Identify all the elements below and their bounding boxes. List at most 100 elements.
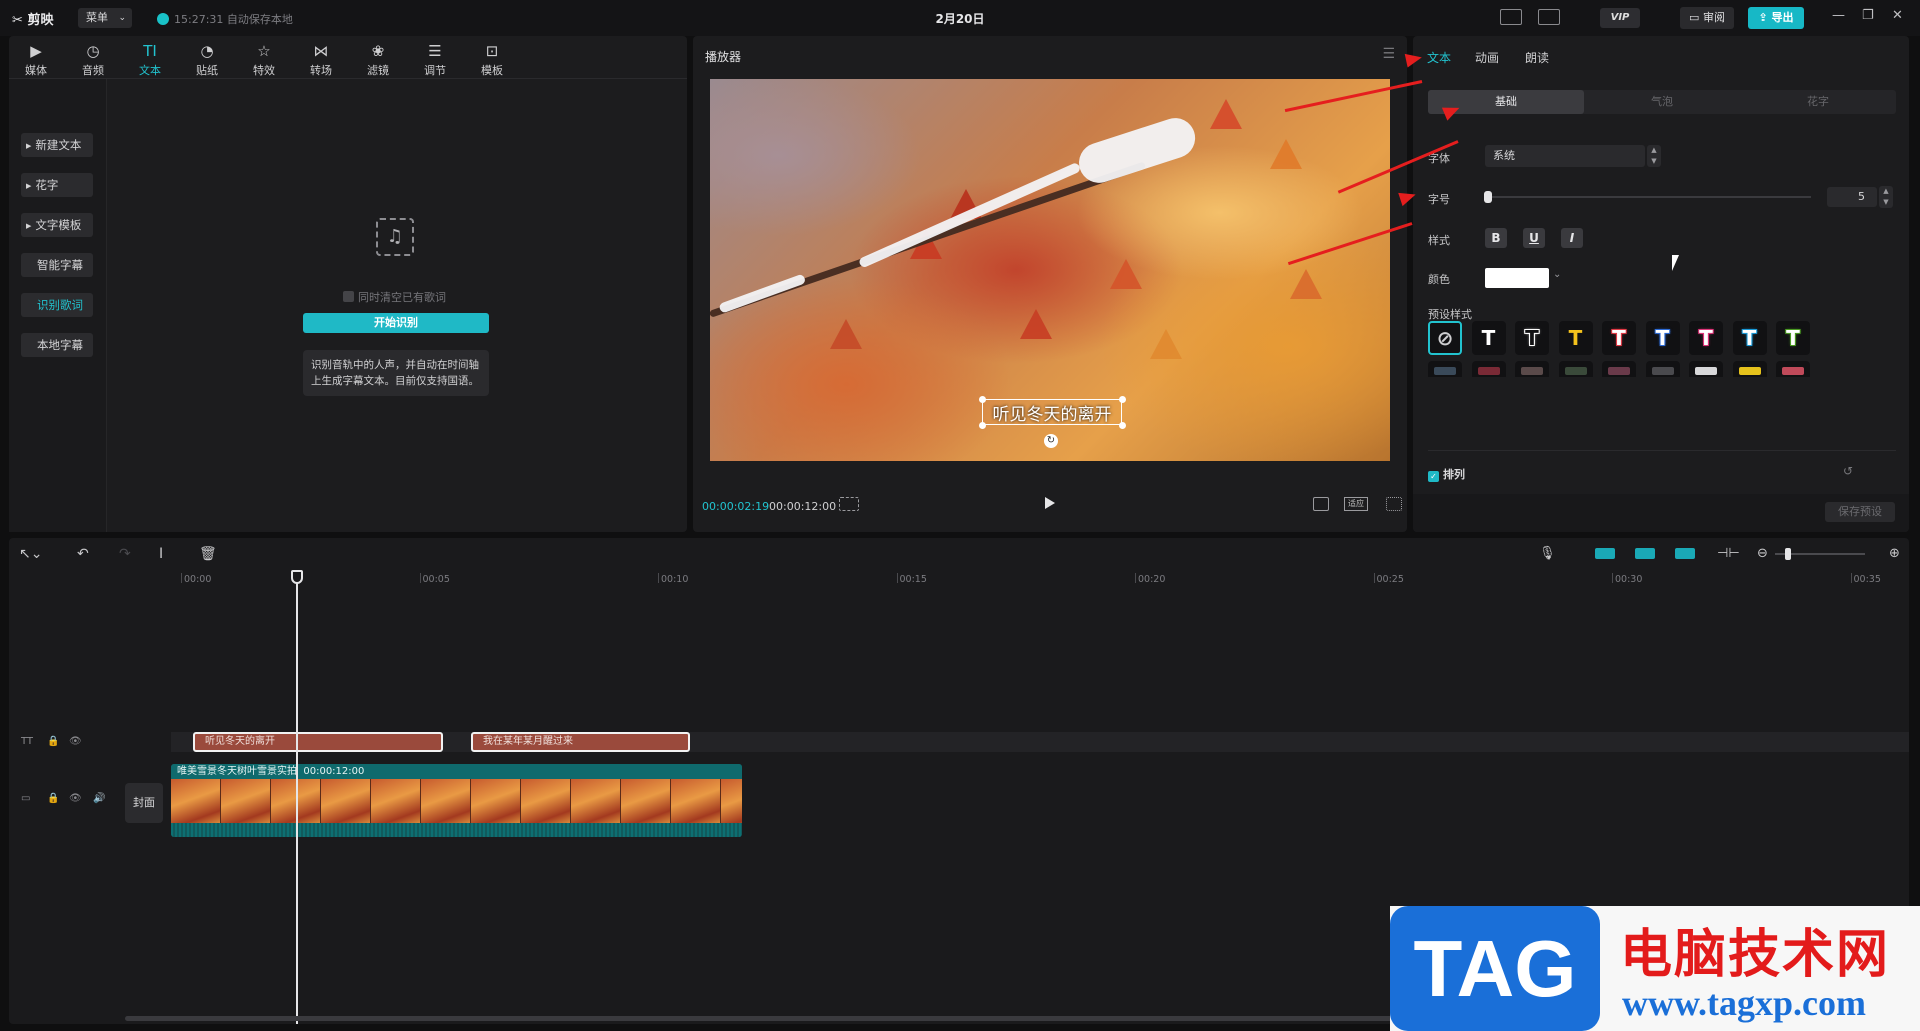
text-clip[interactable]: 我在某年某月醒过来 [471,732,690,752]
review-button[interactable]: ▭ 审阅 [1680,7,1734,29]
fullscreen-icon[interactable] [1386,497,1402,511]
preset-style-item[interactable]: T [1471,321,1506,355]
tab-text[interactable]: TI 文本 [125,40,175,78]
zoom-slider-knob[interactable] [1785,548,1791,560]
preset-style-item[interactable] [1602,361,1636,377]
font-stepper-icon[interactable]: ▲ ▼ [1647,145,1661,167]
aspect-ratio-button[interactable]: 适应 [1344,497,1368,511]
tab-read-aloud[interactable]: 朗读 [1525,49,1549,66]
size-slider-track[interactable] [1489,196,1811,198]
menu-icon[interactable]: ☰ [1382,46,1395,62]
size-stepper-icon[interactable]: ▲ ▼ [1879,186,1893,208]
timeline-grid-icon[interactable] [839,497,859,511]
select-tool-icon[interactable]: ↖⌄ [19,546,42,562]
playhead[interactable] [296,572,298,1024]
sidebar-item-new-text[interactable]: ▶ 新建文本 [21,133,93,157]
preset-style-item[interactable]: T [1602,321,1636,355]
video-preview[interactable]: 听见冬天的离开 ↻ [710,79,1390,461]
tab-media[interactable]: ▶ 媒体 [11,40,61,78]
delete-icon[interactable]: 🗑 [199,546,217,562]
cover-button[interactable]: 封面 [125,783,163,823]
tab-adjust[interactable]: ☰ 调节 [410,40,460,78]
video-clip[interactable]: 唯美雪景冬天树叶雪景实拍 00:00:12:00 [171,764,742,837]
auto-snap-icon[interactable] [1635,548,1655,559]
checkbox-box[interactable] [343,291,354,302]
underline-button[interactable]: U [1523,228,1545,248]
preset-style-item[interactable] [1558,361,1593,377]
tab-audio[interactable]: ◷ 音频 [68,40,118,78]
linkage-icon[interactable] [1675,548,1695,559]
eye-icon[interactable]: 👁 [69,736,82,747]
shortcut-icon[interactable] [1500,9,1522,25]
main-track-magnet-icon[interactable] [1595,548,1615,559]
clear-lyrics-checkbox[interactable]: 同时清空已有歌词 [343,289,446,305]
start-recognition-button[interactable]: 开始识别 [303,313,489,333]
preset-style-item[interactable]: T [1515,321,1549,355]
preset-style-item[interactable] [1471,361,1506,377]
vip-badge[interactable]: VIP [1600,8,1640,28]
preset-style-item[interactable] [1428,361,1462,377]
resize-handle[interactable] [979,396,986,403]
tab-animation[interactable]: 动画 [1475,49,1499,66]
preview-axis-icon[interactable]: ⊣⊢ [1717,546,1740,561]
preset-style-item[interactable]: T [1732,321,1767,355]
sidebar-item-smart-subtitles[interactable]: 智能字幕 [21,253,93,277]
zoom-in-icon[interactable]: ⊕ [1889,546,1900,561]
preset-style-item[interactable] [1689,361,1723,377]
play-button[interactable] [1045,497,1055,509]
undo-icon[interactable]: ↶ [77,546,89,562]
time-ruler[interactable]: 00:00 00:05 00:10 00:15 00:20 00:25 00:30 00:35 [119,573,1909,587]
reset-icon[interactable]: ↺ [1843,464,1853,478]
subtab-fancy-text[interactable]: 花字 [1740,90,1896,114]
font-select[interactable]: 系统 [1485,145,1645,167]
subtab-bubble[interactable]: 气泡 [1584,90,1740,114]
size-input[interactable]: 5 [1827,187,1877,207]
tab-effects[interactable]: ☆ 特效 [239,40,289,78]
tab-text-props[interactable]: 文本 [1427,49,1451,66]
preset-none-icon[interactable]: ⊘ [1428,321,1462,355]
tab-template[interactable]: ⊡ 模板 [467,40,517,78]
preset-style-item[interactable] [1776,361,1810,377]
save-preset-button[interactable]: 保存预设 [1825,502,1895,522]
bold-button[interactable]: B [1485,228,1507,248]
preset-style-item[interactable]: T [1645,321,1680,355]
preset-style-item[interactable]: T [1558,321,1593,355]
restore-icon[interactable]: ❐ [1862,8,1874,23]
minimize-icon[interactable]: — [1832,8,1845,23]
tab-sticker[interactable]: ◔ 贴纸 [182,40,232,78]
horizontal-scrollbar[interactable] [125,1016,1405,1021]
size-slider-knob[interactable] [1484,191,1492,203]
rotate-handle-icon[interactable]: ↻ [1044,434,1058,448]
tab-transition[interactable]: ⋈ 转场 [296,40,346,78]
split-icon[interactable]: I [159,546,163,562]
preset-style-item[interactable] [1515,361,1549,377]
text-clip[interactable]: 听见冬天的离开 [193,732,443,752]
italic-button[interactable]: I [1561,228,1583,248]
preset-style-item[interactable] [1732,361,1767,377]
audio-mute-icon[interactable]: 🔊 [93,793,105,804]
tab-filter[interactable]: ❀ 滤镜 [353,40,403,78]
check-icon[interactable]: ✓ [1428,471,1439,482]
resize-handle[interactable] [1119,422,1126,429]
zoom-out-icon[interactable]: ⊖ [1757,546,1768,561]
redo-icon[interactable]: ↷ [119,546,131,562]
export-button[interactable]: ⇪ 导出 [1748,7,1804,29]
sidebar-item-local-subtitles[interactable]: 本地字幕 [21,333,93,357]
resize-handle[interactable] [1119,396,1126,403]
lock-icon[interactable]: 🔒 [47,736,59,747]
chevron-down-icon[interactable]: ⌄ [1553,269,1561,280]
caption-text[interactable]: 听见冬天的离开 [982,400,1122,425]
close-icon[interactable]: ✕ [1892,8,1903,23]
lock-icon[interactable]: 🔒 [47,793,59,804]
screenshot-icon[interactable] [1313,497,1329,511]
layout-icon[interactable] [1538,9,1560,25]
sidebar-item-recognize-lyrics[interactable]: 识别歌词 [21,293,93,317]
eye-icon[interactable]: 👁 [69,793,82,804]
resize-handle[interactable] [979,422,986,429]
preset-style-item[interactable]: T [1776,321,1810,355]
sidebar-item-fancy-text[interactable]: ▶ 花字 [21,173,93,197]
preset-style-item[interactable] [1645,361,1680,377]
microphone-icon[interactable]: 🎙 [1539,546,1556,561]
preset-style-item[interactable]: T [1689,321,1723,355]
playhead-handle[interactable] [291,570,303,584]
